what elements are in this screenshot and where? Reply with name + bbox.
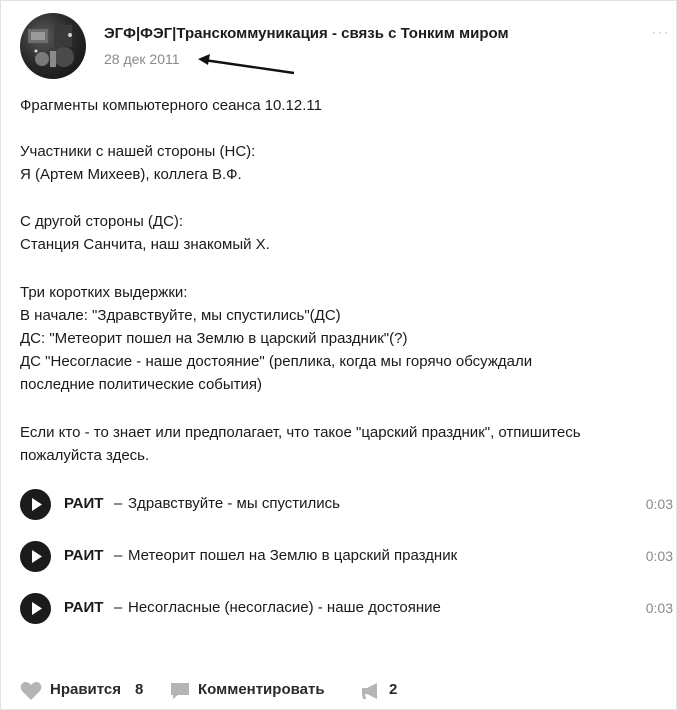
- wall-post: ЭГФ|ФЭГ|Транскоммуникация - связь с Тонк…: [0, 0, 677, 710]
- play-icon: [32, 550, 42, 563]
- post-text-line: Я (Артем Михеев), коллега В.Ф.: [20, 166, 242, 183]
- track-duration: 0:03: [645, 496, 673, 512]
- arrow-annotation-icon: [198, 54, 295, 75]
- post-text-line: Станция Санчита, наш знакомый Х.: [20, 236, 270, 253]
- share-button[interactable]: 2: [360, 679, 420, 701]
- play-button[interactable]: [20, 541, 51, 572]
- comment-button[interactable]: Комментировать: [170, 679, 340, 701]
- play-button[interactable]: [20, 593, 51, 624]
- track-title[interactable]: Несогласные (несогласие) - наше достояни…: [128, 599, 441, 616]
- like-count: 8: [135, 681, 144, 698]
- play-icon: [32, 602, 42, 615]
- post-text-line: В начале: "Здравствуйте, мы спустились"(…: [20, 307, 341, 324]
- post-text-line: Три коротких выдержки:: [20, 284, 188, 301]
- like-button[interactable]: Нравится 8: [20, 679, 150, 701]
- group-avatar[interactable]: [20, 13, 86, 79]
- audio-track[interactable]: РАИТ – Метеорит пошел на Землю в царский…: [20, 541, 675, 573]
- track-title[interactable]: Здравствуйте - мы спустились: [128, 495, 340, 512]
- post-text-line: пожалуйста здесь.: [20, 447, 150, 464]
- track-separator: –: [114, 495, 123, 512]
- post-text-line: Участники с нашей стороны (НС):: [20, 143, 256, 160]
- track-artist[interactable]: РАИТ: [64, 547, 103, 564]
- track-duration: 0:03: [645, 548, 673, 564]
- track-artist[interactable]: РАИТ: [64, 495, 103, 512]
- audio-track[interactable]: РАИТ – Здравствуйте - мы спустились 0:03: [20, 489, 675, 521]
- more-dots-icon[interactable]: ···: [651, 25, 670, 41]
- track-separator: –: [114, 599, 123, 616]
- comment-label: Комментировать: [198, 681, 325, 698]
- track-separator: –: [114, 547, 123, 564]
- track-title[interactable]: Метеорит пошел на Землю в царский праздн…: [128, 547, 457, 564]
- group-name-link[interactable]: ЭГФ|ФЭГ|Транскоммуникация - связь с Тонк…: [104, 25, 509, 42]
- post-date-link[interactable]: 28 дек 2011: [104, 51, 180, 67]
- share-count: 2: [389, 681, 398, 698]
- post-text-line: ДС: "Метеорит пошел на Землю в царский п…: [20, 330, 408, 347]
- megaphone-icon: [362, 683, 377, 699]
- post-text-line: ДС "Несогласие - наше достояние" (реплик…: [20, 353, 533, 370]
- post-text-line: Фрагменты компьютерного сеанса 10.12.11: [20, 97, 322, 114]
- audio-track[interactable]: РАИТ – Несогласные (несогласие) - наше д…: [20, 593, 675, 625]
- post-text-line: С другой стороны (ДС):: [20, 213, 184, 230]
- post-text-line: последние политические события): [20, 376, 263, 393]
- track-artist[interactable]: РАИТ: [64, 599, 103, 616]
- heart-icon: [20, 682, 42, 700]
- play-icon: [32, 498, 42, 511]
- like-label: Нравится: [50, 681, 122, 698]
- post-text-line: Если кто - то знает или предполагает, чт…: [20, 424, 581, 441]
- avatar-image: [28, 25, 74, 67]
- comment-icon: [171, 683, 189, 699]
- track-duration: 0:03: [645, 600, 673, 616]
- play-button[interactable]: [20, 489, 51, 520]
